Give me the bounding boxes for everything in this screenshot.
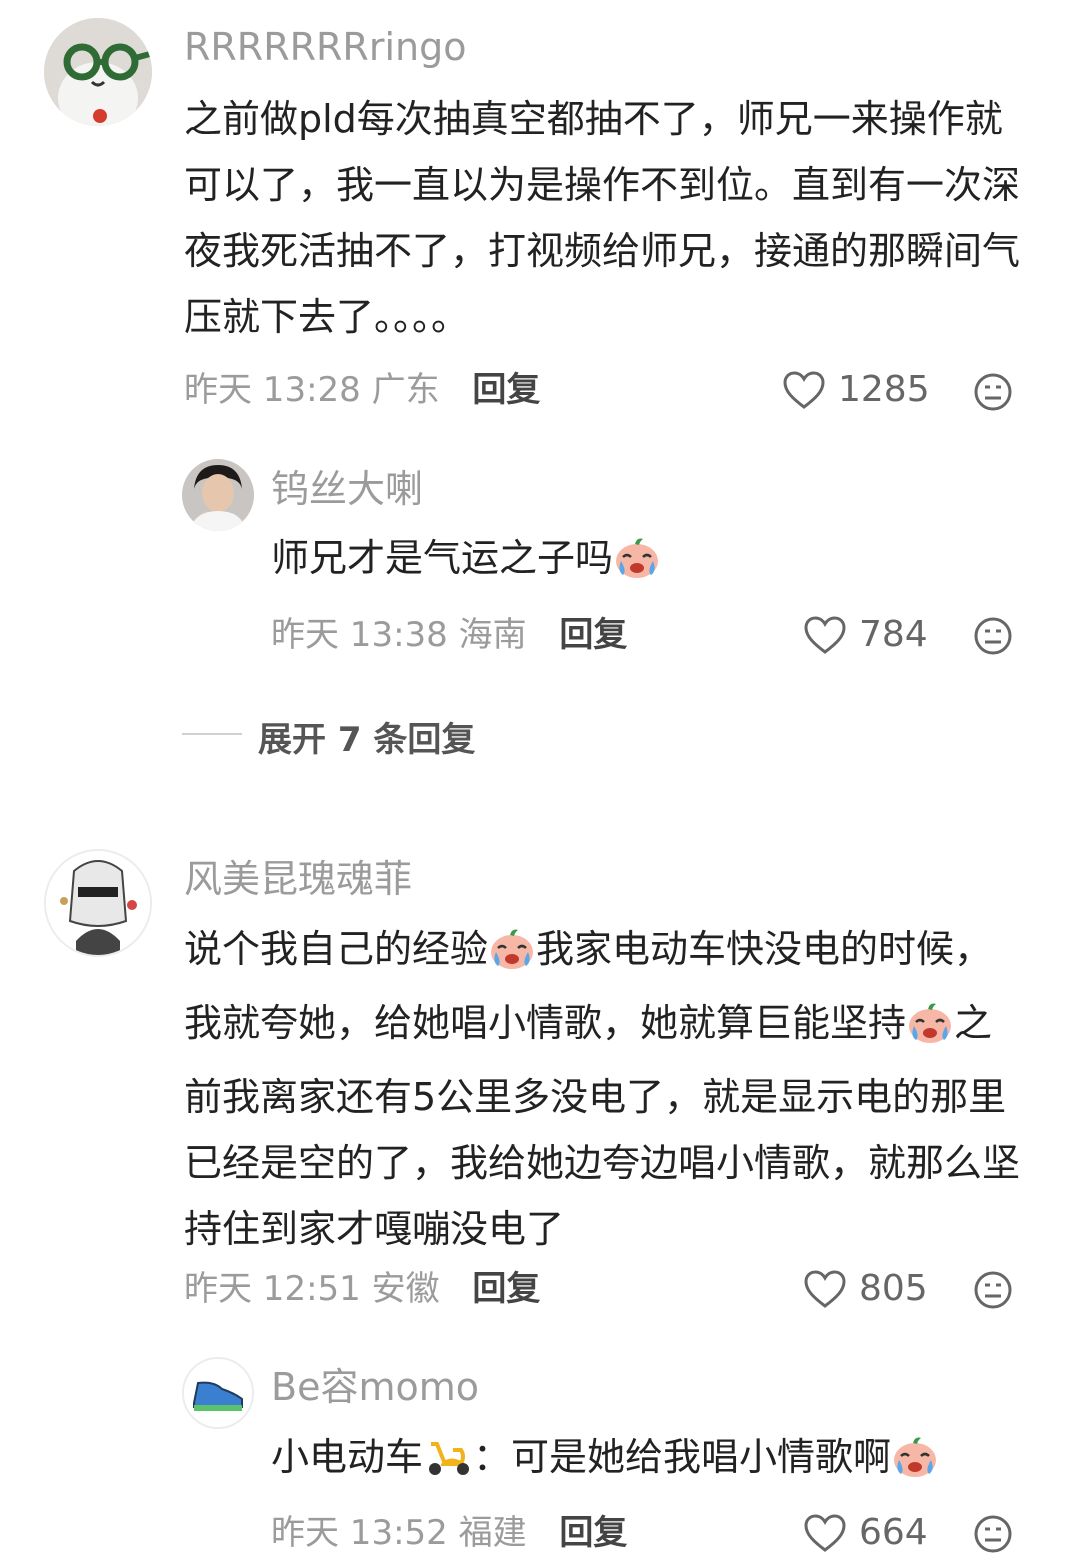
comment-time: 昨天 12:51: [184, 1269, 361, 1309]
reply-location: 海南: [458, 615, 527, 655]
reply-text: 师兄才是气运之子吗: [271, 534, 661, 590]
comment-text: 说个我自己的经验 我家电动车快没电的时候，我就夸她，给她唱小情歌，她就算巨能坚持之…: [184, 916, 1030, 1262]
dislike-button[interactable]: [973, 616, 1013, 656]
crying-face-icon: [891, 1434, 939, 1489]
like-button[interactable]: 805: [803, 1269, 928, 1309]
reply-button[interactable]: 回复: [559, 1513, 627, 1553]
reply-button[interactable]: 回复: [472, 1269, 540, 1309]
comment-location: 安徽: [371, 1269, 440, 1309]
dislike-face-icon: [974, 1515, 1012, 1553]
dislike-face-icon: [974, 617, 1012, 655]
heart-outline-icon: [804, 616, 846, 654]
reply-avatar[interactable]: [182, 459, 254, 531]
comment-username[interactable]: 风美昆瑰魂菲: [184, 856, 412, 902]
expand-divider: [182, 733, 242, 735]
dislike-button[interactable]: [973, 372, 1013, 412]
reply-button[interactable]: 回复: [472, 370, 540, 410]
reply-meta: 昨天 13:52 福建 回复: [271, 1513, 627, 1553]
reply-time: 昨天 13:52: [271, 1513, 448, 1553]
comment-meta: 昨天 13:28 广东 回复: [184, 370, 540, 410]
dislike-face-icon: [974, 1271, 1012, 1309]
expand-replies-button[interactable]: 展开 7 条回复: [258, 712, 475, 761]
heart-outline-icon: [804, 1270, 846, 1308]
reply-avatar[interactable]: [182, 1357, 254, 1429]
avatar[interactable]: [44, 18, 152, 126]
reply-meta: 昨天 13:38 海南 回复: [271, 615, 627, 655]
reply-time: 昨天 13:38: [271, 615, 448, 655]
avatar-anime-image: [46, 851, 150, 955]
comment-time: 昨天 13:28: [184, 370, 361, 410]
avatar[interactable]: [44, 849, 152, 957]
heart-outline-icon: [804, 1514, 846, 1552]
crying-face-icon: [906, 998, 954, 1064]
heart-outline-icon: [783, 371, 825, 409]
like-button[interactable]: 784: [803, 615, 928, 655]
comment-username[interactable]: RRRRRRRringo: [184, 24, 466, 70]
comment-location: 广东: [371, 370, 440, 410]
reply-button[interactable]: 回复: [559, 615, 627, 655]
crying-face-icon: [488, 924, 536, 990]
dislike-button[interactable]: [973, 1270, 1013, 1310]
reply-text: 小电动车 ：可是她给我唱小情歌啊: [271, 1433, 939, 1489]
reply-username[interactable]: 钨丝大喇: [271, 466, 423, 512]
crying-face-icon: [613, 535, 661, 590]
reply-username[interactable]: Be容momo: [271, 1364, 479, 1410]
comment-text: 之前做pld每次抽真空都抽不了，师兄一来操作就可以了，我一直以为是操作不到位。直…: [184, 97, 1021, 339]
like-button[interactable]: 1285: [782, 370, 930, 410]
like-count: 784: [859, 614, 928, 655]
comment-meta: 昨天 12:51 安徽 回复: [184, 1269, 540, 1309]
like-count: 805: [859, 1268, 928, 1309]
dislike-face-icon: [974, 373, 1012, 411]
like-count: 664: [859, 1512, 928, 1553]
avatar-glasses-image: [44, 18, 152, 126]
scooter-icon: [423, 1434, 473, 1489]
like-button[interactable]: 664: [803, 1513, 928, 1553]
avatar-portrait-image: [182, 459, 254, 531]
like-count: 1285: [838, 369, 930, 410]
avatar-shoe-image: [184, 1359, 252, 1427]
reply-location: 福建: [458, 1513, 527, 1553]
dislike-button[interactable]: [973, 1514, 1013, 1554]
